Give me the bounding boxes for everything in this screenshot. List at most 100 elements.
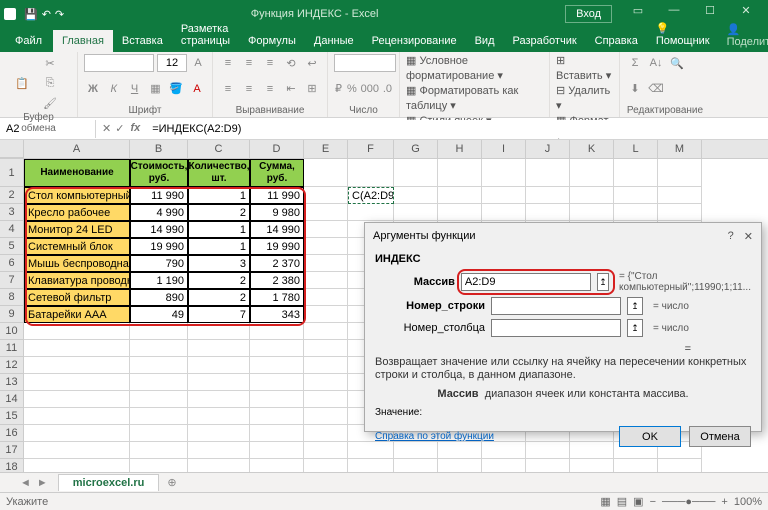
cond-format-button[interactable]: ▦ Условное форматирование ▾ bbox=[406, 54, 543, 84]
cell[interactable] bbox=[304, 204, 348, 221]
align-mid-icon[interactable]: ≡ bbox=[240, 54, 258, 72]
copy-icon[interactable]: ⎘ bbox=[41, 74, 59, 92]
table-cell-sum[interactable]: 1 780 bbox=[250, 289, 304, 306]
cell[interactable] bbox=[250, 357, 304, 374]
col-head-I[interactable]: I bbox=[482, 140, 526, 158]
table-cell-price[interactable]: 1 190 bbox=[130, 272, 188, 289]
cell[interactable] bbox=[394, 159, 438, 187]
zoom-in-icon[interactable]: + bbox=[721, 496, 727, 508]
table-header[interactable]: Стоимость, руб. bbox=[130, 159, 188, 187]
percent-icon[interactable]: % bbox=[346, 80, 358, 98]
sheet-tab[interactable]: microexcel.ru bbox=[58, 474, 160, 491]
col-head-F[interactable]: F bbox=[348, 140, 394, 158]
align-center-icon[interactable]: ≡ bbox=[240, 80, 258, 98]
cell[interactable] bbox=[526, 187, 570, 204]
cell[interactable] bbox=[188, 408, 250, 425]
cell[interactable] bbox=[304, 289, 348, 306]
cell[interactable] bbox=[348, 159, 394, 187]
cell[interactable] bbox=[570, 204, 614, 221]
row-head[interactable]: 12 bbox=[0, 357, 24, 374]
cell[interactable] bbox=[304, 357, 348, 374]
undo-icon[interactable]: ↶ bbox=[42, 8, 51, 21]
border-icon[interactable]: ▦ bbox=[146, 80, 164, 98]
paste-button[interactable]: 📋 bbox=[6, 63, 38, 103]
prev-sheet-icon[interactable]: ◄ bbox=[20, 477, 31, 489]
cell[interactable] bbox=[304, 306, 348, 323]
cell[interactable] bbox=[304, 374, 348, 391]
table-cell-qty[interactable]: 1 bbox=[188, 221, 250, 238]
dialog-help-icon[interactable]: ? bbox=[728, 230, 734, 242]
cell[interactable] bbox=[304, 159, 348, 187]
table-cell-qty[interactable]: 2 bbox=[188, 272, 250, 289]
format-painter-icon[interactable]: 🖌 bbox=[41, 94, 59, 112]
italic-icon[interactable]: К bbox=[105, 80, 123, 98]
col-head-B[interactable]: B bbox=[130, 140, 188, 158]
table-cell-sum[interactable]: 11 990 bbox=[250, 187, 304, 204]
row-head[interactable]: 9 bbox=[0, 306, 24, 323]
arg2-input[interactable] bbox=[491, 297, 621, 315]
cell[interactable] bbox=[130, 391, 188, 408]
row-head[interactable]: 16 bbox=[0, 425, 24, 442]
table-cell-name[interactable]: Системный блок bbox=[24, 238, 130, 255]
arg3-range-picker-icon[interactable]: ↥ bbox=[627, 319, 643, 337]
row-head[interactable]: 3 bbox=[0, 204, 24, 221]
cell[interactable] bbox=[304, 425, 348, 442]
row-head[interactable]: 1 bbox=[0, 159, 24, 187]
table-cell-price[interactable]: 790 bbox=[130, 255, 188, 272]
table-cell-name[interactable]: Батарейки AAA bbox=[24, 306, 130, 323]
autosum-icon[interactable]: Σ bbox=[626, 54, 644, 72]
align-top-icon[interactable]: ≡ bbox=[219, 54, 237, 72]
fill-icon[interactable]: 🪣 bbox=[167, 80, 185, 98]
cell[interactable] bbox=[658, 204, 702, 221]
table-cell-name[interactable]: Клавиатура проводная bbox=[24, 272, 130, 289]
arg1-range-picker-icon[interactable]: ↥ bbox=[597, 273, 609, 291]
delete-cells-button[interactable]: ⊟ Удалить ▾ bbox=[556, 84, 613, 114]
table-cell-price[interactable]: 11 990 bbox=[130, 187, 188, 204]
cell[interactable] bbox=[304, 408, 348, 425]
tab-review[interactable]: Рецензирование bbox=[363, 30, 466, 52]
cell[interactable] bbox=[304, 221, 348, 238]
cell[interactable] bbox=[658, 159, 702, 187]
col-head-H[interactable]: H bbox=[438, 140, 482, 158]
share-button[interactable]: 👤 Поделиться bbox=[719, 19, 768, 52]
table-cell-name[interactable]: Кресло рабочее bbox=[24, 204, 130, 221]
cell[interactable] bbox=[250, 340, 304, 357]
cell[interactable] bbox=[250, 323, 304, 340]
cell[interactable] bbox=[482, 159, 526, 187]
orient-icon[interactable]: ⟲ bbox=[282, 54, 300, 72]
add-sheet-icon[interactable]: ⊕ bbox=[167, 476, 176, 489]
arg2-range-picker-icon[interactable]: ↥ bbox=[627, 297, 643, 315]
table-header[interactable]: Наименование bbox=[24, 159, 130, 187]
cell[interactable] bbox=[348, 204, 394, 221]
cell[interactable] bbox=[130, 425, 188, 442]
table-cell-qty[interactable]: 3 bbox=[188, 255, 250, 272]
cell[interactable] bbox=[482, 204, 526, 221]
cell[interactable] bbox=[188, 374, 250, 391]
cell[interactable] bbox=[526, 204, 570, 221]
table-cell-name[interactable]: Монитор 24 LED bbox=[24, 221, 130, 238]
table-cell-qty[interactable]: 7 bbox=[188, 306, 250, 323]
tab-layout[interactable]: Разметка страницы bbox=[172, 18, 239, 52]
cell[interactable] bbox=[188, 442, 250, 459]
table-cell-name[interactable]: Мышь беспроводная bbox=[24, 255, 130, 272]
table-cell-price[interactable]: 49 bbox=[130, 306, 188, 323]
tab-formulas[interactable]: Формулы bbox=[239, 30, 305, 52]
zoom-level[interactable]: 100% bbox=[734, 496, 762, 508]
cell[interactable] bbox=[24, 357, 130, 374]
select-all[interactable] bbox=[0, 140, 24, 158]
row-head[interactable]: 2 bbox=[0, 187, 24, 204]
cell[interactable] bbox=[438, 187, 482, 204]
col-head-C[interactable]: C bbox=[188, 140, 250, 158]
col-head-D[interactable]: D bbox=[250, 140, 304, 158]
function-help-link[interactable]: Справка по этой функции bbox=[375, 431, 494, 442]
tab-home[interactable]: Главная bbox=[53, 30, 113, 52]
cell[interactable] bbox=[304, 272, 348, 289]
cell[interactable] bbox=[24, 391, 130, 408]
table-cell-price[interactable]: 890 bbox=[130, 289, 188, 306]
underline-icon[interactable]: Ч bbox=[126, 80, 144, 98]
cell[interactable] bbox=[438, 204, 482, 221]
zoom-out-icon[interactable]: − bbox=[650, 496, 656, 508]
table-cell-qty[interactable]: 2 bbox=[188, 204, 250, 221]
cell[interactable] bbox=[130, 340, 188, 357]
comma-icon[interactable]: 000 bbox=[361, 80, 379, 98]
